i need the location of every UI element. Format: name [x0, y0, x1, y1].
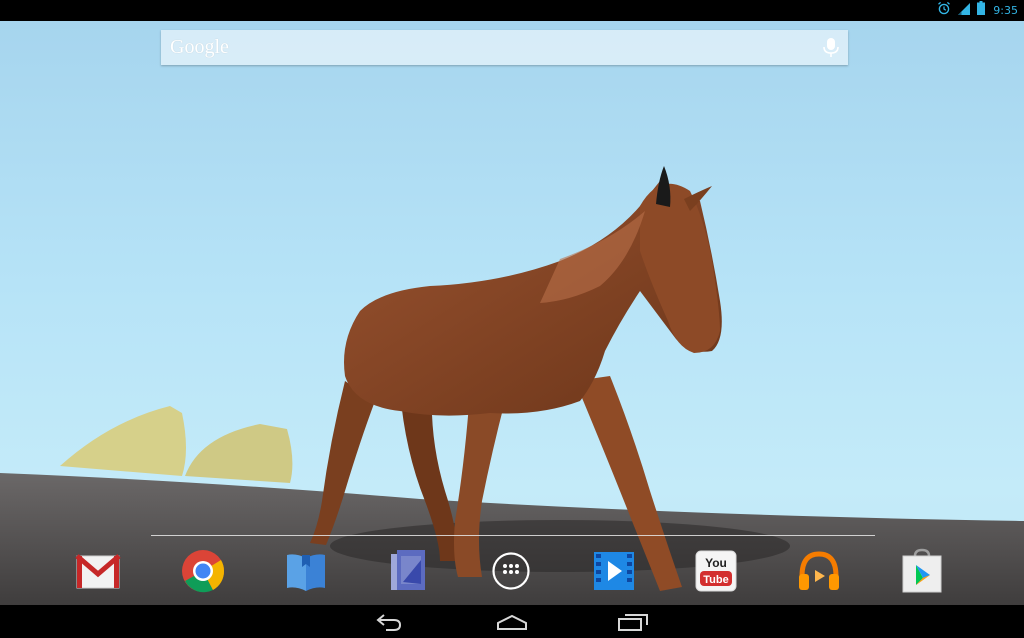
app-drawer-icon[interactable] [487, 547, 535, 595]
google-logo: Google [170, 36, 229, 58]
status-bar: 9:35 [0, 0, 1024, 21]
headphones-icon[interactable] [795, 547, 843, 595]
play-store-icon[interactable] [898, 547, 946, 595]
back-icon[interactable] [364, 608, 414, 635]
svg-text:You: You [705, 556, 727, 570]
alarm-icon [937, 1, 951, 20]
battery-icon [977, 1, 986, 20]
wallpaper [0, 21, 1024, 605]
magazines-icon[interactable] [385, 547, 433, 595]
movies-icon[interactable] [590, 547, 638, 595]
home-icon[interactable] [487, 608, 537, 635]
navigation-bar [0, 605, 1024, 638]
recent-apps-icon[interactable] [608, 608, 658, 635]
dock-divider [151, 535, 875, 536]
youtube-icon[interactable]: You Tube [692, 547, 740, 595]
signal-icon [957, 2, 971, 20]
svg-text:Tube: Tube [703, 574, 728, 586]
google-search-bar[interactable]: Google [161, 30, 848, 65]
clock: 9:35 [993, 4, 1018, 17]
horse-image [0, 166, 1024, 605]
mic-icon[interactable] [822, 37, 840, 64]
books-icon[interactable] [282, 547, 330, 595]
gmail-icon[interactable] [74, 547, 122, 595]
chrome-icon[interactable] [179, 547, 227, 595]
